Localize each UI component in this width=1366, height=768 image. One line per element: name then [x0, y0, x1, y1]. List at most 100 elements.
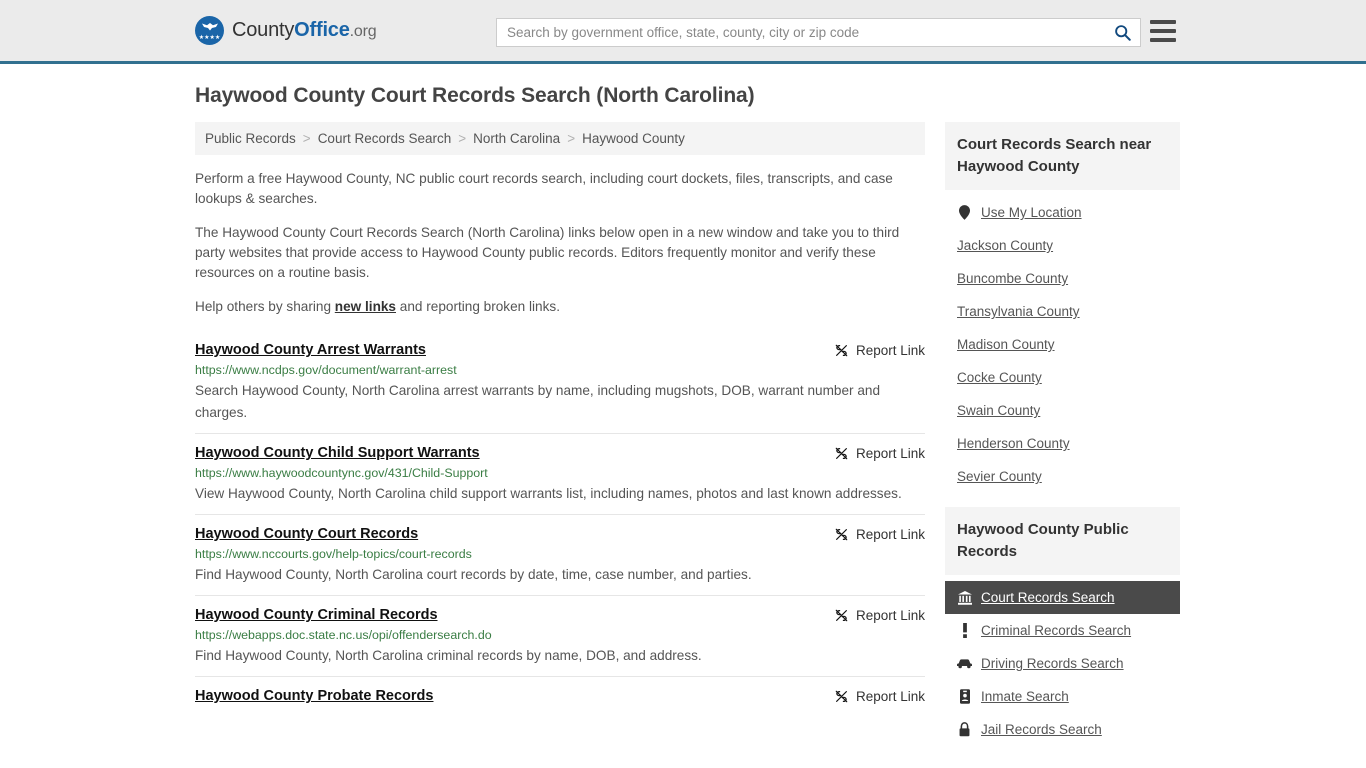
stars-glyph: ★★★★ — [198, 35, 221, 41]
breadcrumb-item-0[interactable]: Public Records — [205, 131, 296, 146]
result-item: Haywood County Criminal Records Report Li… — [195, 595, 925, 676]
search-bar — [496, 18, 1141, 47]
nearby-county-item[interactable]: Transylvania County — [945, 295, 1180, 328]
menu-bar-1 — [1150, 20, 1176, 24]
report-link-label: Report Link — [855, 608, 925, 623]
report-link-label: Report Link — [855, 527, 925, 542]
nearby-county-item[interactable]: Sevier County — [945, 460, 1180, 493]
result-description: Find Haywood County, North Carolina cour… — [195, 567, 752, 582]
nearby-county-item[interactable]: Jackson County — [945, 229, 1180, 262]
broken-link-icon — [835, 690, 848, 703]
result-title-link[interactable]: Haywood County Probate Records — [195, 688, 433, 704]
result-header: Haywood County Criminal Records Report Li… — [195, 607, 925, 623]
report-link-button[interactable]: Report Link — [834, 607, 925, 623]
sidebar: Court Records Search near Haywood County… — [945, 122, 1180, 760]
intro-text: Perform a free Haywood County, NC public… — [195, 169, 925, 317]
result-item: Haywood County Child Support Warrants Rep… — [195, 433, 925, 514]
eagle-seal-icon: ★★★★ — [195, 16, 224, 45]
nearby-county-label[interactable]: Henderson County — [957, 436, 1070, 451]
public-records-item[interactable]: Driving Records Search — [945, 647, 1180, 680]
nearby-county-label[interactable]: Transylvania County — [957, 304, 1080, 319]
nearby-county-label[interactable]: Cocke County — [957, 370, 1042, 385]
intro-paragraph-2: The Haywood County Court Records Search … — [195, 225, 900, 280]
search-input[interactable] — [497, 19, 1104, 46]
site-logo[interactable]: ★★★★ CountyOffice.org — [195, 16, 377, 45]
result-item: Haywood County Arrest Warrants Report Lin… — [195, 331, 925, 433]
nearby-county-item[interactable]: Buncombe County — [945, 262, 1180, 295]
report-link-button[interactable]: Report Link — [834, 445, 925, 461]
result-url[interactable]: https://www.ncdps.gov/document/warrant-a… — [195, 363, 925, 377]
breadcrumb-item-3[interactable]: Haywood County — [582, 131, 685, 146]
result-header: Haywood County Court Records Report Link — [195, 526, 925, 542]
public-records-heading: Haywood County Public Records — [945, 507, 1180, 575]
public-records-item[interactable]: Jail Records Search — [945, 713, 1180, 746]
public-records-item[interactable]: Criminal Records Search — [945, 614, 1180, 647]
report-link-button[interactable]: Report Link — [834, 526, 925, 542]
result-description: View Haywood County, North Carolina chil… — [195, 486, 902, 501]
public-records-label[interactable]: Criminal Records Search — [981, 623, 1131, 638]
broken-link-icon — [835, 528, 848, 541]
nearby-county-label[interactable]: Jackson County — [957, 238, 1053, 253]
intro-p3-after: and reporting broken links. — [396, 299, 560, 314]
menu-bar-3 — [1150, 38, 1176, 42]
result-item: Haywood County Probate Records Report Lin… — [195, 676, 925, 713]
report-link-label: Report Link — [855, 446, 925, 461]
result-title-link[interactable]: Haywood County Child Support Warrants — [195, 445, 480, 461]
nearby-county-label[interactable]: Swain County — [957, 403, 1040, 418]
hamburger-menu-icon[interactable] — [1150, 20, 1176, 42]
car-icon — [957, 658, 972, 669]
nearby-county-label[interactable]: Buncombe County — [957, 271, 1068, 286]
content-columns: Public Records > Court Records Search > … — [195, 122, 1180, 760]
nearby-county-label[interactable]: Madison County — [957, 337, 1055, 352]
result-description: Search Haywood County, North Carolina ar… — [195, 383, 881, 420]
result-url[interactable]: https://www.haywoodcountync.gov/431/Chil… — [195, 466, 925, 480]
result-title-link[interactable]: Haywood County Court Records — [195, 526, 418, 542]
report-link-button[interactable]: Report Link — [834, 342, 925, 358]
breadcrumb: Public Records > Court Records Search > … — [195, 122, 925, 155]
result-title-link[interactable]: Haywood County Criminal Records — [195, 607, 438, 623]
nearby-county-item[interactable]: Henderson County — [945, 427, 1180, 460]
intro-paragraph-1: Perform a free Haywood County, NC public… — [195, 171, 893, 206]
nearby-search-heading: Court Records Search near Haywood County — [945, 122, 1180, 190]
result-header: Haywood County Child Support Warrants Rep… — [195, 445, 925, 461]
breadcrumb-separator: > — [302, 131, 311, 146]
nearby-county-label[interactable]: Sevier County — [957, 469, 1042, 484]
report-link-label: Report Link — [855, 689, 925, 704]
broken-link-icon — [835, 447, 848, 460]
public-records-item[interactable]: Inmate Search — [945, 680, 1180, 713]
result-url[interactable]: https://webapps.doc.state.nc.us/opi/offe… — [195, 628, 925, 642]
public-records-item[interactable]: Court Records Search — [945, 581, 1180, 614]
public-records-label[interactable]: Driving Records Search — [981, 656, 1124, 671]
nearby-county-item[interactable]: Use My Location — [945, 196, 1180, 229]
eagle-glyph — [201, 23, 218, 31]
public-records-list: Court Records Search Criminal Records Sea… — [945, 575, 1180, 746]
site-header: ★★★★ CountyOffice.org — [0, 0, 1366, 64]
page-body: Haywood County Court Records Search (Nor… — [0, 64, 1366, 760]
nearby-county-item[interactable]: Cocke County — [945, 361, 1180, 394]
result-description: Find Haywood County, North Carolina crim… — [195, 648, 702, 663]
result-url[interactable]: https://www.nccourts.gov/help-topics/cou… — [195, 547, 925, 561]
menu-bar-2 — [1150, 29, 1176, 33]
public-records-box: Haywood County Public Records Court Reco… — [945, 507, 1180, 746]
brand-text: CountyOffice.org — [232, 19, 377, 42]
report-link-label: Report Link — [855, 343, 925, 358]
courthouse-icon — [957, 590, 972, 605]
new-links-link[interactable]: new links — [335, 299, 396, 314]
result-title-link[interactable]: Haywood County Arrest Warrants — [195, 342, 426, 358]
main-column: Public Records > Court Records Search > … — [195, 122, 925, 713]
location-pin-icon — [957, 205, 972, 220]
report-link-button[interactable]: Report Link — [834, 688, 925, 704]
result-header: Haywood County Arrest Warrants Report Lin… — [195, 342, 925, 358]
breadcrumb-item-1[interactable]: Court Records Search — [318, 131, 452, 146]
nearby-county-item[interactable]: Madison County — [945, 328, 1180, 361]
nearby-county-list: Use My Location Jackson County Buncombe Co… — [945, 190, 1180, 493]
result-item: Haywood County Court Records Report Link h… — [195, 514, 925, 595]
search-button[interactable] — [1104, 19, 1140, 46]
public-records-label[interactable]: Inmate Search — [981, 689, 1069, 704]
nearby-county-item[interactable]: Swain County — [945, 394, 1180, 427]
breadcrumb-item-2[interactable]: North Carolina — [473, 131, 560, 146]
public-records-label[interactable]: Jail Records Search — [981, 722, 1102, 737]
nearby-county-label[interactable]: Use My Location — [981, 205, 1082, 220]
broken-link-icon — [835, 344, 848, 357]
public-records-label[interactable]: Court Records Search — [981, 590, 1115, 605]
